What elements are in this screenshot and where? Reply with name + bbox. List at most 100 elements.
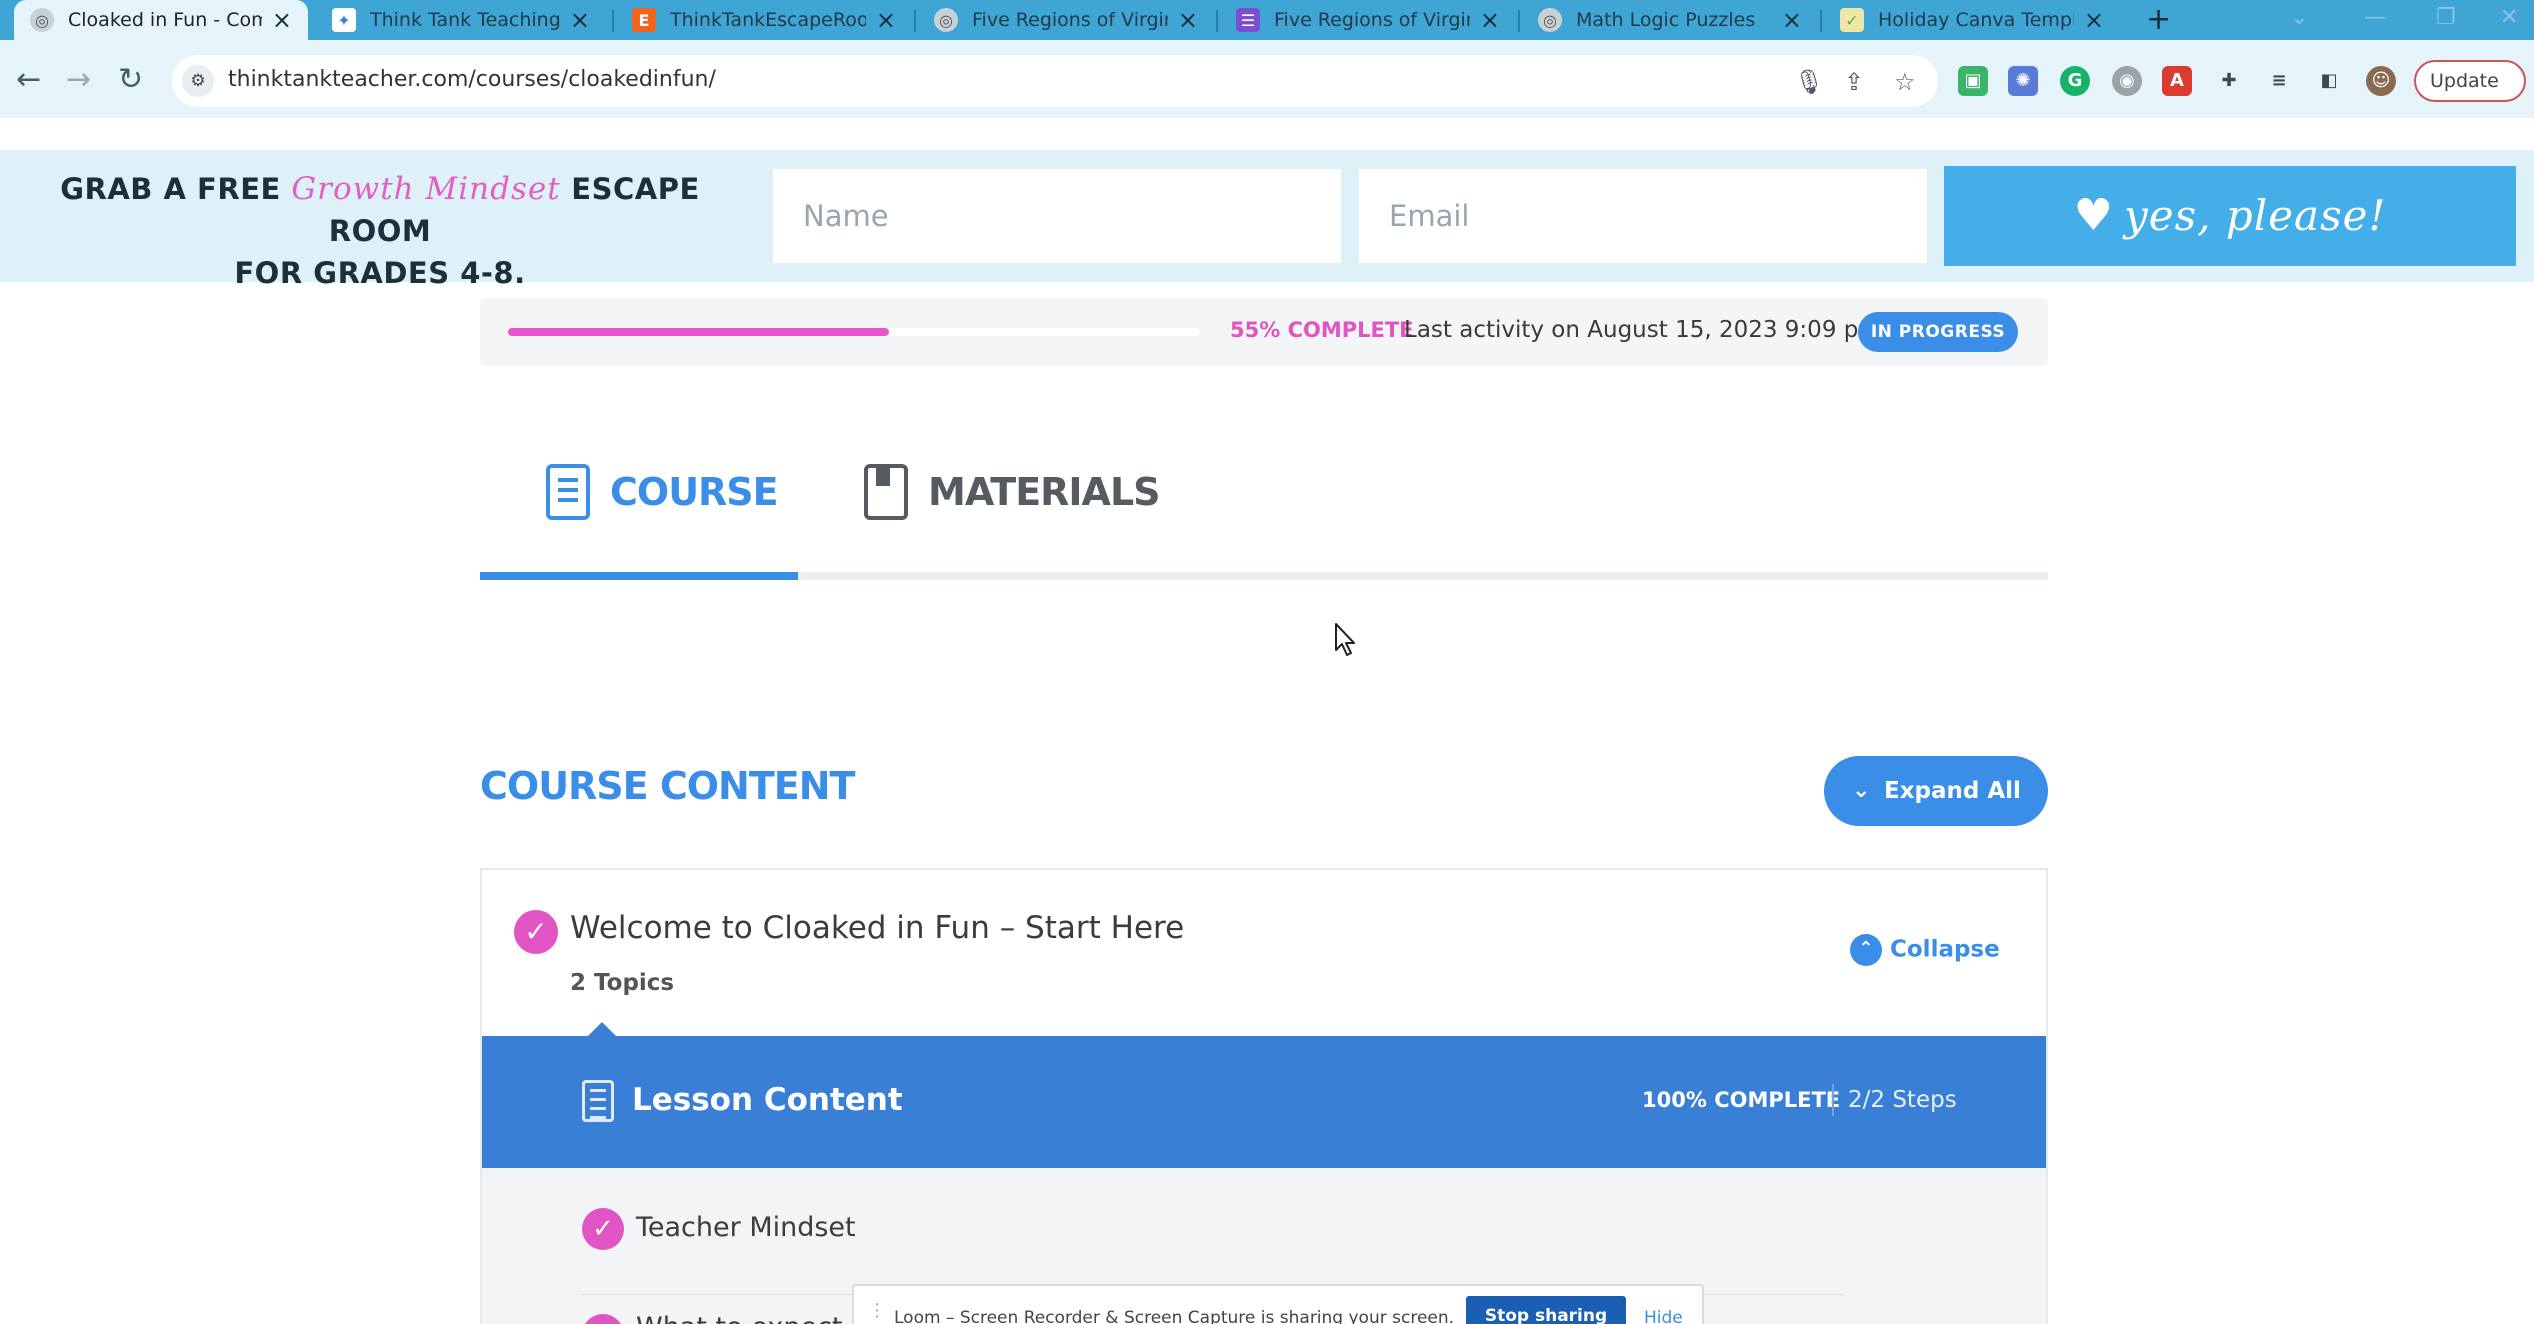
lesson-content-bar[interactable]: Lesson Content 100% COMPLETE 2/2 Steps <box>482 1036 2046 1168</box>
new-tab-button[interactable]: + <box>2146 0 2171 40</box>
tab-title: Five Regions of Virginia <box>1274 9 1470 31</box>
close-tab-icon[interactable]: × <box>570 6 590 34</box>
tabs-active-indicator <box>480 572 798 580</box>
lesson-steps: 2/2 Steps <box>1848 1087 1957 1113</box>
reading-list-icon[interactable]: ≡ <box>2264 66 2294 96</box>
tab-title: Holiday Canva Templat <box>1878 9 2074 31</box>
canva-template-icon: ✓ <box>1840 8 1864 32</box>
collapse-button[interactable]: ⌃ Collapse <box>1850 934 2000 966</box>
tab-separator <box>612 10 614 32</box>
course-content-heading: COURSE CONTENT <box>480 764 855 808</box>
close-tab-icon[interactable]: × <box>1178 6 1198 34</box>
browser-tab-etsy-escape-room[interactable]: E ThinkTankEscapeRoom × <box>616 0 912 40</box>
document-icon <box>546 464 590 520</box>
browser-tab-math-logic-puzzles[interactable]: ◎ Math Logic Puzzles × <box>1522 0 1818 40</box>
tab-title: Cloaked in Fun - Comm <box>68 9 262 31</box>
close-tab-icon[interactable]: × <box>876 6 896 34</box>
section-topic-count: 2 Topics <box>570 970 675 996</box>
close-tab-icon[interactable]: × <box>2084 6 2104 34</box>
course-progress-card: 55% COMPLETE Last activity on August 15,… <box>480 298 2048 366</box>
banner-line2: FOR GRADES 4-8. <box>234 256 526 290</box>
yes-please-label: yes, please! <box>2124 191 2387 240</box>
section-title[interactable]: Welcome to Cloaked in Fun – Start Here <box>570 910 1184 946</box>
section-card: ✓ Welcome to Cloaked in Fun – Start Here… <box>480 868 2048 1324</box>
banner-line1-prefix: GRAB A FREE <box>60 172 292 206</box>
tab-materials[interactable]: MATERIALS <box>864 460 1161 524</box>
screen-share-bar: ⋮ Loom – Screen Recorder & Screen Captur… <box>852 1284 1704 1324</box>
site-info-icon[interactable]: ⚙ <box>182 65 214 97</box>
heart-icon: ♥ <box>2073 190 2115 241</box>
extension-gray-icon[interactable]: ◉ <box>2112 66 2142 96</box>
etsy-icon: E <box>632 8 656 32</box>
back-icon[interactable]: ← <box>16 62 41 97</box>
share-bar-text: Loom – Screen Recorder & Screen Capture … <box>894 1308 1455 1324</box>
microphone-icon[interactable]: 🎙 <box>1794 68 1824 96</box>
close-tab-icon[interactable]: × <box>1782 6 1802 34</box>
grammarly-icon[interactable]: G <box>2060 66 2090 96</box>
banner-headline: GRAB A FREE Growth Mindset ESCAPE ROOM F… <box>20 168 740 294</box>
tab-separator <box>914 10 916 32</box>
browser-tab-five-regions-1[interactable]: ◎ Five Regions of Virginia × <box>918 0 1214 40</box>
hide-link[interactable]: Hide <box>1644 1308 1683 1324</box>
extensions-puzzle-icon[interactable]: ✚ <box>2214 66 2244 96</box>
progress-track <box>508 328 1200 336</box>
topic-item-what-to-expect[interactable]: What to expect <box>636 1312 843 1324</box>
lesson-separator <box>1832 1084 1834 1116</box>
pdf-icon[interactable]: A <box>2162 66 2192 96</box>
maximize-icon[interactable]: ❐ <box>2436 0 2456 40</box>
browser-tab-holiday-canva[interactable]: ✓ Holiday Canva Templat × <box>1824 0 2120 40</box>
tab-title: Five Regions of Virginia <box>972 9 1168 31</box>
close-tab-icon[interactable]: × <box>1480 6 1500 34</box>
url-text[interactable]: thinktankteacher.com/courses/cloakedinfu… <box>228 67 716 92</box>
tab-materials-label: MATERIALS <box>928 470 1161 514</box>
last-activity: Last activity on August 15, 2023 9:09 pm <box>1404 317 1881 343</box>
extension-green-icon[interactable]: ▣ <box>1958 66 1988 96</box>
course-tabs: COURSE MATERIALS <box>480 440 2048 584</box>
browser-tab-think-tank-teaching[interactable]: ✦ Think Tank Teaching Re × <box>316 0 606 40</box>
drag-handle-icon[interactable]: ⋮ <box>868 1300 886 1321</box>
browser-tab-five-regions-2[interactable]: ☰ Five Regions of Virginia × <box>1220 0 1516 40</box>
lesson-title: Lesson Content <box>632 1082 903 1118</box>
forms-icon: ☰ <box>1236 8 1260 32</box>
think-tank-favicon-icon: ✦ <box>332 8 356 32</box>
status-badge: IN PROGRESS <box>1858 312 2018 352</box>
check-circle-icon <box>582 1314 624 1324</box>
share-icon[interactable]: ⇪ <box>1844 68 1864 96</box>
check-circle-icon: ✓ <box>514 910 558 954</box>
collapse-label: Collapse <box>1890 936 2000 963</box>
profile-avatar[interactable]: ☺ <box>2366 66 2396 96</box>
close-window-icon[interactable]: ✕ <box>2500 0 2518 40</box>
progress-fill <box>508 328 889 336</box>
banner-script-text: Growth Mindset <box>291 171 561 207</box>
stop-sharing-button[interactable]: Stop sharing <box>1466 1296 1626 1324</box>
topic-item-teacher-mindset[interactable]: Teacher Mindset <box>636 1212 856 1243</box>
document-icon <box>582 1080 614 1122</box>
side-panel-icon[interactable]: ◧ <box>2314 66 2344 96</box>
reload-icon[interactable]: ↻ <box>118 62 143 97</box>
yes-please-button[interactable]: ♥ yes, please! <box>1944 166 2516 266</box>
chevron-down-icon: ⌄ <box>1852 778 1871 803</box>
tab-course-label: COURSE <box>610 470 779 514</box>
tab-course[interactable]: COURSE <box>546 460 779 524</box>
tab-search-icon[interactable]: ⌄ <box>2290 0 2308 40</box>
bookmark-star-icon[interactable]: ☆ <box>1894 68 1916 96</box>
tab-separator <box>1216 10 1218 32</box>
close-tab-icon[interactable]: × <box>272 6 292 34</box>
forward-icon[interactable]: → <box>66 62 91 97</box>
tab-separator <box>1518 10 1520 32</box>
tab-title: Math Logic Puzzles <box>1576 9 1756 31</box>
address-bar[interactable]: ⚙ thinktankteacher.com/courses/cloakedin… <box>172 55 1938 107</box>
expand-all-button[interactable]: ⌄ Expand All <box>1824 756 2048 826</box>
page-top-spacer <box>0 118 2534 150</box>
browser-tab-cloaked-in-fun[interactable]: ◎ Cloaked in Fun - Comm × <box>14 0 308 40</box>
update-button[interactable]: Update <box>2414 60 2526 102</box>
minimize-icon[interactable]: — <box>2364 0 2386 40</box>
email-input[interactable]: Email <box>1358 168 1928 264</box>
lesson-complete: 100% COMPLETE <box>1642 1088 1841 1112</box>
tab-title: Think Tank Teaching Re <box>370 9 560 31</box>
extension-color-wheel-icon[interactable]: ✺ <box>2008 66 2038 96</box>
globe-icon: ◎ <box>934 8 958 32</box>
progress-percent: 55% COMPLETE <box>1230 318 1414 342</box>
tab-separator <box>1820 10 1822 32</box>
name-input[interactable]: Name <box>772 168 1342 264</box>
